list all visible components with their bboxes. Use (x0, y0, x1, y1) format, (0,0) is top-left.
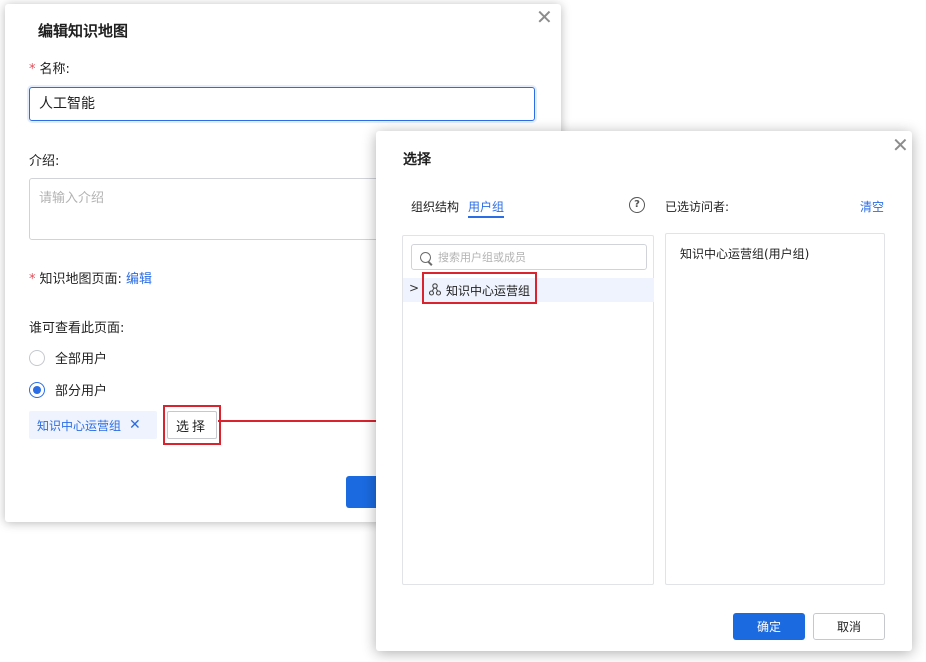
radio-partial-users[interactable]: 部分用户 (29, 380, 107, 399)
highlight-box (163, 405, 221, 445)
selected-visitors-panel: 知识中心运营组(用户组) (665, 233, 885, 585)
remove-tag-icon[interactable]: ✕ (129, 417, 141, 433)
dialog-title: 选择 (403, 152, 431, 168)
chevron-right-icon[interactable]: > (409, 281, 419, 295)
name-label: * 名称: (29, 62, 70, 77)
cancel-button[interactable]: 取消 (813, 613, 885, 640)
name-input[interactable]: 人工智能 (29, 87, 535, 121)
annotation-arrow-line (218, 420, 390, 422)
page-edit-link[interactable]: 编辑 (126, 272, 152, 287)
tab-org-structure[interactable]: 组织结构 (411, 198, 459, 215)
selected-visitors-label: 已选访问者: (665, 200, 730, 214)
search-input[interactable] (438, 250, 638, 264)
radio-button-checked[interactable] (29, 381, 45, 398)
page-label: * 知识地图页面: 编辑 (29, 272, 153, 287)
close-icon[interactable]: ✕ (536, 7, 553, 27)
dialog-title: 编辑知识地图 (38, 22, 129, 40)
radio-button[interactable] (29, 349, 45, 366)
close-icon[interactable]: ✕ (892, 135, 909, 155)
required-mark: * (29, 272, 36, 287)
intro-label: 介绍: (29, 154, 60, 169)
search-box[interactable] (411, 244, 647, 270)
clear-link[interactable]: 清空 (860, 198, 884, 215)
search-icon (420, 251, 431, 263)
visibility-label: 谁可查看此页面: (29, 321, 125, 336)
highlight-box (422, 272, 537, 304)
radio-all-users[interactable]: 全部用户 (29, 348, 107, 367)
active-tab-indicator (468, 216, 504, 218)
selected-group-tag: 知识中心运营组 ✕ (29, 411, 157, 439)
selected-item: 知识中心运营组(用户组) (680, 247, 810, 261)
help-icon[interactable]: ? (629, 197, 645, 213)
required-mark: * (29, 62, 36, 77)
tab-user-groups[interactable]: 用户组 (468, 198, 504, 215)
confirm-button[interactable]: 确定 (733, 613, 805, 640)
select-visitors-dialog: 选择 ✕ 组织结构 用户组 ? 已选访问者: 清空 > 知识中心运营组 知识中心… (376, 131, 912, 651)
